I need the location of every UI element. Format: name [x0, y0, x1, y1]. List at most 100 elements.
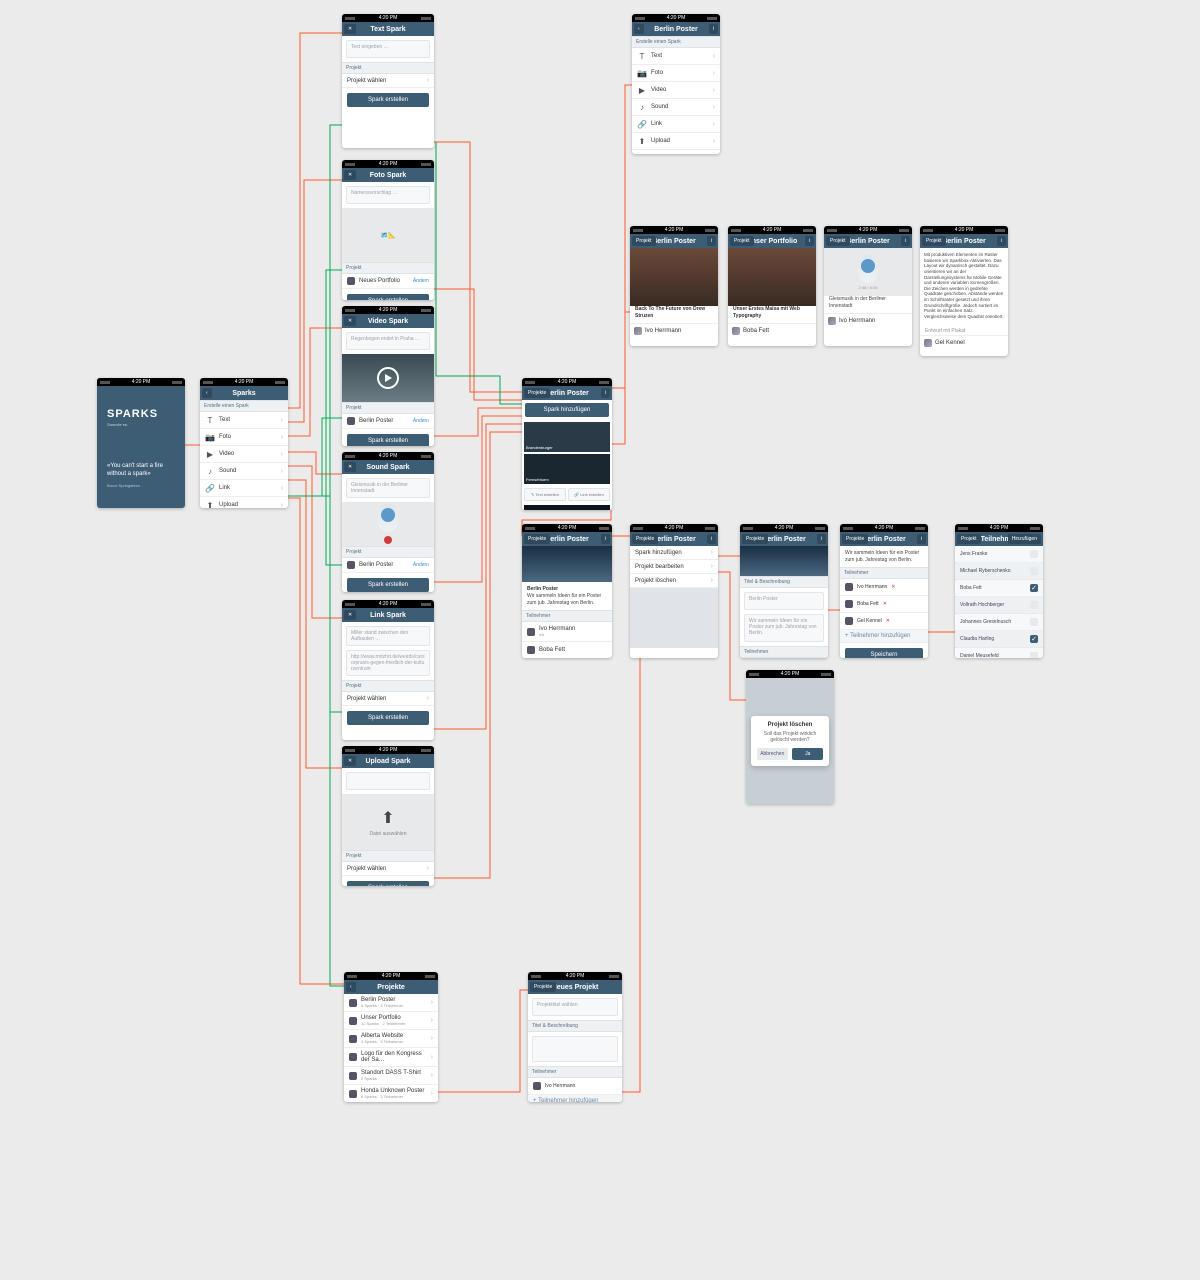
project-selector[interactable]: Berlin PosterÄndern [342, 414, 434, 429]
close-button[interactable]: ✕ [344, 170, 356, 180]
caption-input[interactable]: Miller stand zwischen den Aufbauten … [346, 626, 430, 646]
add-spark-button[interactable]: Spark hinzufügen [525, 403, 609, 417]
back-button[interactable]: ‹ [346, 982, 356, 992]
spark-image[interactable] [630, 248, 718, 306]
projects-button[interactable]: Projekte [842, 534, 868, 544]
photo-preview[interactable]: 🗺️📐 [342, 208, 434, 262]
spark-tile[interactable]: Brandenburger [524, 422, 610, 452]
create-spark-button[interactable]: Spark erstellen [347, 881, 429, 886]
spark-type-row[interactable]: 📷Foto› [632, 65, 720, 82]
create-spark-button[interactable]: Spark erstellen [347, 93, 429, 107]
info-button[interactable]: i [817, 534, 826, 544]
spark-type-row[interactable]: TText› [632, 48, 720, 65]
project-button[interactable]: Projekt [730, 236, 754, 246]
back-button[interactable]: ‹ [202, 388, 212, 398]
description-input[interactable]: Wir sammeln Ideen für ein Poster zum jub… [744, 614, 824, 642]
caption-input[interactable]: Gleismusik in der Berliner Innenstadt [346, 478, 430, 498]
back-button[interactable]: ‹ [634, 24, 644, 34]
spark-type-row[interactable]: 📷Foto› [200, 429, 288, 446]
project-row[interactable]: Standort DASS T-Shirt2 Sparks› [344, 1067, 438, 1085]
spark-type-row[interactable]: 🔗Link› [632, 116, 720, 133]
spark-type-row[interactable]: TText› [200, 412, 288, 429]
project-button[interactable]: Projekt [826, 236, 850, 246]
project-selector[interactable]: Neues PortfolioÄndern [342, 274, 434, 289]
info-button[interactable]: i [997, 236, 1006, 246]
create-spark-button[interactable]: Spark erstellen [347, 711, 429, 725]
spark-type-row[interactable]: ♪Sound› [200, 463, 288, 480]
person-row[interactable]: Ivo Herrmannich [522, 622, 612, 642]
projects-button[interactable]: Projekte [524, 534, 550, 544]
create-text-chip[interactable]: ✎ Text erstellen [524, 488, 566, 501]
spark-type-row[interactable]: ⬆Upload› [200, 497, 288, 508]
project-button[interactable]: Projekt [957, 534, 981, 544]
spark-type-row[interactable]: ⬆Upload› [632, 133, 720, 150]
title-input[interactable]: Berlin Poster [744, 592, 824, 610]
projects-button[interactable]: Projekte [530, 982, 556, 992]
confirm-button[interactable]: Ja [792, 748, 823, 760]
info-button[interactable]: i [805, 236, 814, 246]
person-search-row[interactable]: Vollrath Hochberger✓ [955, 597, 1043, 614]
person-search-row[interactable]: Boba Fett✓ [955, 580, 1043, 597]
spark-video-tile[interactable] [524, 505, 610, 510]
caption-input[interactable]: Namensvorschlag … [346, 186, 430, 204]
caption-input[interactable]: Regenbogen endet in Praha … [346, 332, 430, 350]
info-button[interactable]: i [707, 236, 716, 246]
create-spark-button[interactable]: Spark erstellen [347, 294, 429, 300]
spark-type-row[interactable]: 🔗Link› [200, 480, 288, 497]
upload-dropzone[interactable]: ⬆︎Datei auswählen [342, 794, 434, 850]
add-button[interactable]: Hinzufügen [1008, 534, 1041, 544]
caption-input[interactable]: Text eingeben … [346, 40, 430, 58]
project-row[interactable]: Berlin Poster6 Sparks · 3 Teilnehmer› [344, 994, 438, 1012]
info-button[interactable]: i [901, 236, 910, 246]
person-search-row[interactable]: Jens Franke✓ [955, 546, 1043, 563]
close-button[interactable]: ✕ [344, 316, 356, 326]
video-preview[interactable] [342, 354, 434, 402]
cancel-button[interactable]: Abbrechen [757, 748, 788, 760]
spark-type-row[interactable]: ▶Video› [632, 82, 720, 99]
person-search-row[interactable]: Johannes Greselnusch✓ [955, 614, 1043, 631]
close-button[interactable]: ✕ [344, 24, 356, 34]
save-button[interactable]: Speichern [845, 648, 923, 658]
close-button[interactable]: ✕ [344, 610, 356, 620]
projects-button[interactable]: Projekte [742, 534, 768, 544]
action-delete-project[interactable]: Projekt löschen› [630, 574, 718, 588]
person-search-row[interactable]: Daniel Meusefeld✓ [955, 648, 1043, 658]
person-row[interactable]: Gel Kennel✕ [840, 613, 928, 630]
project-selector[interactable]: Berlin PosterÄndern [342, 558, 434, 573]
spark-type-row[interactable]: ♪Sound› [632, 99, 720, 116]
title-input[interactable]: Projekttitel wählen [532, 998, 618, 1016]
sound-recorder[interactable] [342, 502, 434, 546]
project-row[interactable]: Logo für den Kongress der Sa…› [344, 1048, 438, 1067]
person-row[interactable]: Boba Fett✕ [840, 596, 928, 613]
info-button[interactable]: i [601, 388, 610, 398]
person-search-row[interactable]: Michael Ryberschenko✓ [955, 563, 1043, 580]
project-selector[interactable]: Projekt wählen› [342, 74, 434, 88]
person-row[interactable]: Ivo Herrmann✕ [840, 579, 928, 596]
create-spark-button[interactable]: Spark erstellen [347, 434, 429, 446]
create-link-chip[interactable]: 🔗 Link erstellen [568, 488, 610, 501]
projects-button[interactable]: Projekte [524, 388, 550, 398]
info-button[interactable]: i [709, 24, 718, 34]
create-spark-button[interactable]: Spark erstellen [347, 578, 429, 592]
info-button[interactable]: i [707, 534, 716, 544]
close-button[interactable]: ✕ [344, 756, 356, 766]
person-search-row[interactable]: Claudia Harling✓ [955, 631, 1043, 648]
project-selector[interactable]: Projekt wählen› [342, 862, 434, 876]
info-button[interactable]: i [917, 534, 926, 544]
action-add-spark[interactable]: Spark hinzufügen› [630, 546, 718, 560]
add-person-row[interactable]: + Teilnehmer hinzufügen [840, 630, 928, 643]
project-row[interactable]: Unser Portfolio12 Sparks · 2 Teilnehmer› [344, 1012, 438, 1030]
project-button[interactable]: Projekt [922, 236, 946, 246]
add-person-row[interactable]: + Teilnehmer hinzufügen [528, 1095, 622, 1102]
projects-button[interactable]: Projekte [632, 534, 658, 544]
caption-input[interactable] [346, 772, 430, 790]
project-selector[interactable]: Projekt wählen› [342, 692, 434, 706]
info-button[interactable]: i [601, 534, 610, 544]
description-input[interactable] [532, 1036, 618, 1062]
action-edit-project[interactable]: Projekt bearbeiten› [630, 560, 718, 574]
project-row[interactable]: Alberta Website3 Sparks · 3 Teilnehmer› [344, 1030, 438, 1048]
project-button[interactable]: Projekt [632, 236, 656, 246]
person-row[interactable]: Boba Fett [522, 642, 612, 658]
spark-image[interactable] [728, 248, 816, 306]
close-button[interactable]: ✕ [344, 462, 356, 472]
